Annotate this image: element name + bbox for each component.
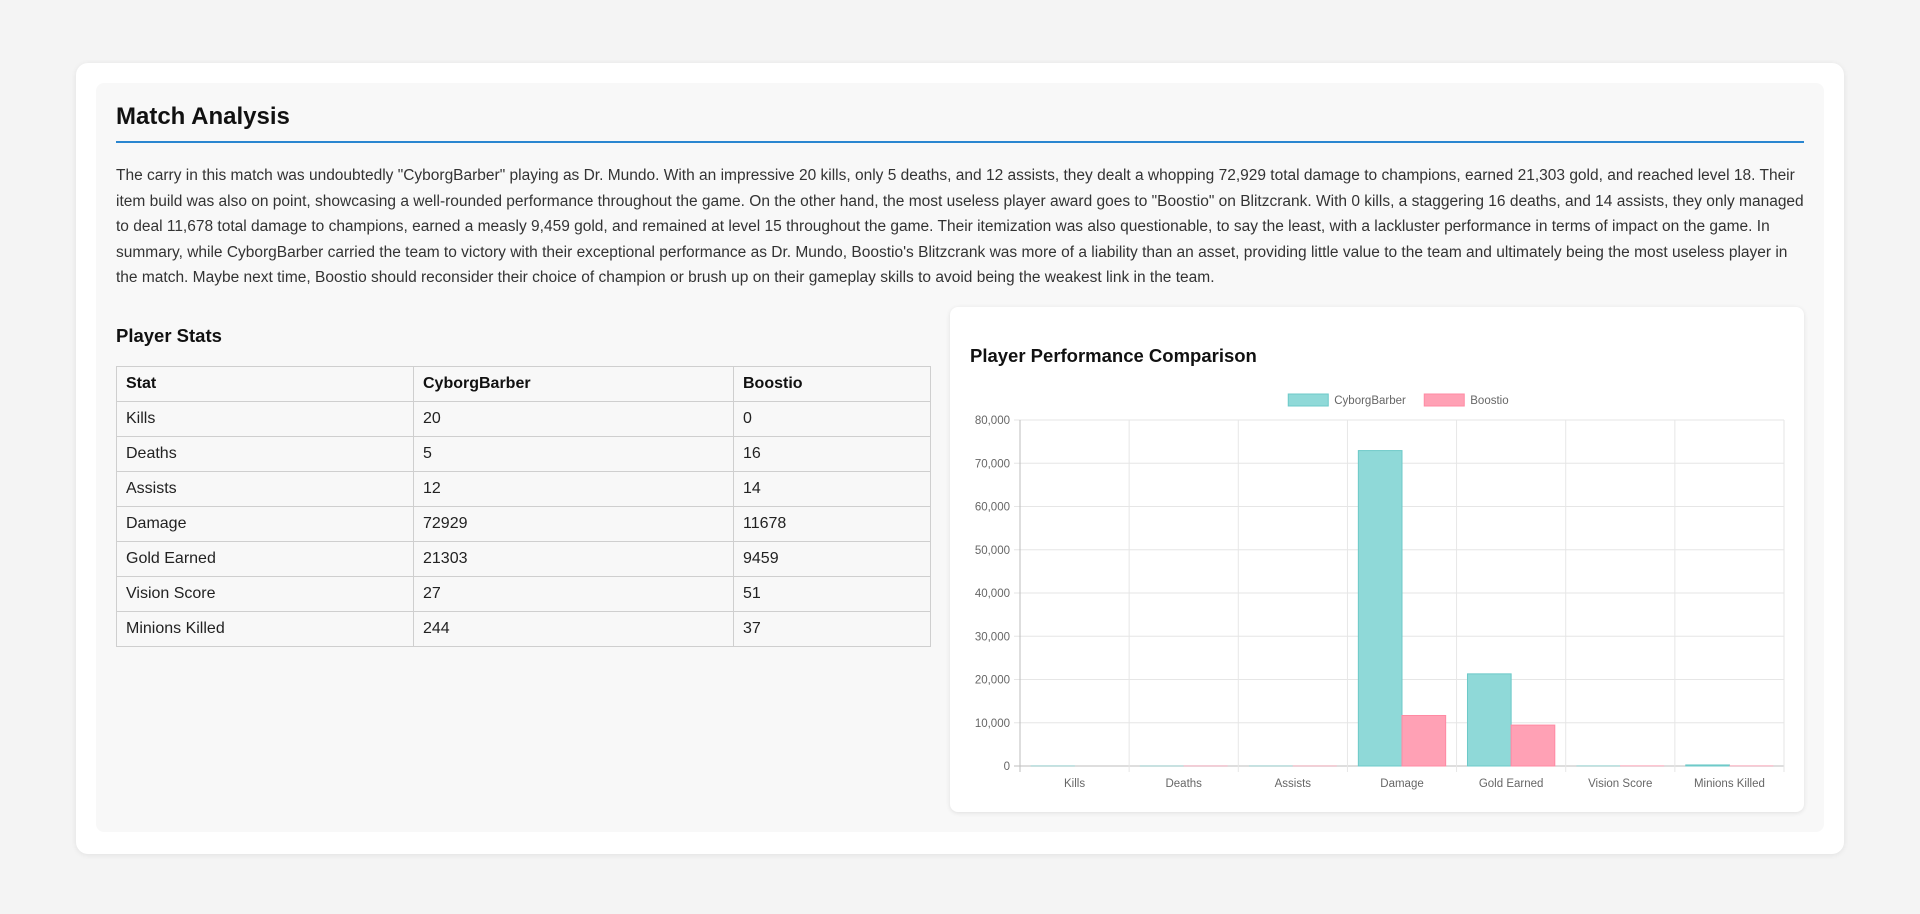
page-title: Match Analysis bbox=[116, 103, 1804, 143]
stat-value-a: 72929 bbox=[413, 506, 734, 542]
stat-value-a: 27 bbox=[413, 576, 734, 612]
main-card: Match Analysis The carry in this match w… bbox=[76, 63, 1844, 854]
bar-boostio bbox=[1401, 714, 1447, 767]
x-tick-label: Assists bbox=[1275, 778, 1312, 790]
legend-label: Boostio bbox=[1470, 395, 1508, 407]
stat-value-b: 37 bbox=[733, 611, 931, 647]
bar-boostio bbox=[1510, 724, 1556, 767]
y-tick-label: 80,000 bbox=[975, 415, 1010, 427]
stat-value-a: 244 bbox=[413, 611, 734, 647]
y-tick-label: 0 bbox=[1004, 761, 1010, 773]
stat-value-a: 21303 bbox=[413, 541, 734, 577]
y-tick-label: 20,000 bbox=[975, 675, 1010, 687]
player-stats-title: Player Stats bbox=[116, 325, 222, 346]
chart-card: Player Performance Comparison 0 10,000 20,… bbox=[950, 307, 1804, 812]
table-row: Gold Earned 21303 9459 bbox=[116, 541, 931, 577]
table-row: Deaths 5 16 bbox=[116, 436, 931, 472]
table-header-row: Stat CyborgBarber Boostio bbox=[116, 366, 931, 402]
x-tick-label: Damage bbox=[1380, 778, 1423, 790]
y-tick-label: 70,000 bbox=[975, 458, 1010, 470]
stat-value-a: 5 bbox=[413, 436, 734, 472]
table-row: Damage 72929 11678 bbox=[116, 506, 931, 542]
bar-cyborgbarber bbox=[1466, 673, 1512, 767]
stat-value-b: 14 bbox=[733, 471, 931, 507]
analysis-panel: Match Analysis The carry in this match w… bbox=[96, 83, 1824, 832]
stat-name: Assists bbox=[116, 471, 414, 507]
table-row: Kills 20 0 bbox=[116, 401, 931, 437]
x-tick-label: Deaths bbox=[1165, 778, 1202, 790]
x-tick-label: Kills bbox=[1064, 778, 1085, 790]
stat-name: Deaths bbox=[116, 436, 414, 472]
x-tick-label: Gold Earned bbox=[1479, 778, 1544, 790]
stat-name: Gold Earned bbox=[116, 541, 414, 577]
table-row: Minions Killed 244 37 bbox=[116, 611, 931, 647]
stat-value-b: 0 bbox=[733, 401, 931, 437]
player-stats-table: Stat CyborgBarber Boostio Kills 20 0 Dea… bbox=[116, 366, 931, 647]
stat-value-b: 11678 bbox=[733, 506, 931, 542]
legend-swatch bbox=[1287, 393, 1329, 407]
legend-label: CyborgBarber bbox=[1334, 395, 1406, 407]
stat-value-a: 20 bbox=[413, 401, 734, 437]
stat-name: Damage bbox=[116, 506, 414, 542]
y-tick-label: 10,000 bbox=[975, 718, 1010, 730]
stat-name: Minions Killed bbox=[116, 611, 414, 647]
legend-swatch bbox=[1423, 393, 1465, 407]
stat-value-b: 51 bbox=[733, 576, 931, 612]
table-row: Vision Score 27 51 bbox=[116, 576, 931, 612]
header-player-b: Boostio bbox=[733, 366, 931, 402]
stat-value-b: 9459 bbox=[733, 541, 931, 577]
bar-cyborgbarber bbox=[1357, 450, 1403, 767]
header-stat: Stat bbox=[116, 366, 414, 402]
header-player-a: CyborgBarber bbox=[413, 366, 734, 402]
y-tick-label: 50,000 bbox=[975, 545, 1010, 557]
table-row: Assists 12 14 bbox=[116, 471, 931, 507]
x-tick-label: Minions Killed bbox=[1694, 778, 1765, 790]
y-tick-label: 30,000 bbox=[975, 631, 1010, 643]
stat-name: Vision Score bbox=[116, 576, 414, 612]
y-tick-label: 60,000 bbox=[975, 502, 1010, 514]
match-summary: The carry in this match was undoubtedly … bbox=[116, 167, 1804, 286]
performance-bar-chart: 0 10,000 20,000 30,000 40,000 50,000 60,000 70,… bbox=[975, 393, 1785, 790]
stat-value-a: 12 bbox=[413, 471, 734, 507]
stat-value-b: 16 bbox=[733, 436, 931, 472]
x-tick-label: Vision Score bbox=[1588, 778, 1652, 790]
stat-name: Kills bbox=[116, 401, 414, 437]
bar-cyborgbarber bbox=[1685, 764, 1730, 767]
y-tick-label: 40,000 bbox=[975, 588, 1010, 600]
